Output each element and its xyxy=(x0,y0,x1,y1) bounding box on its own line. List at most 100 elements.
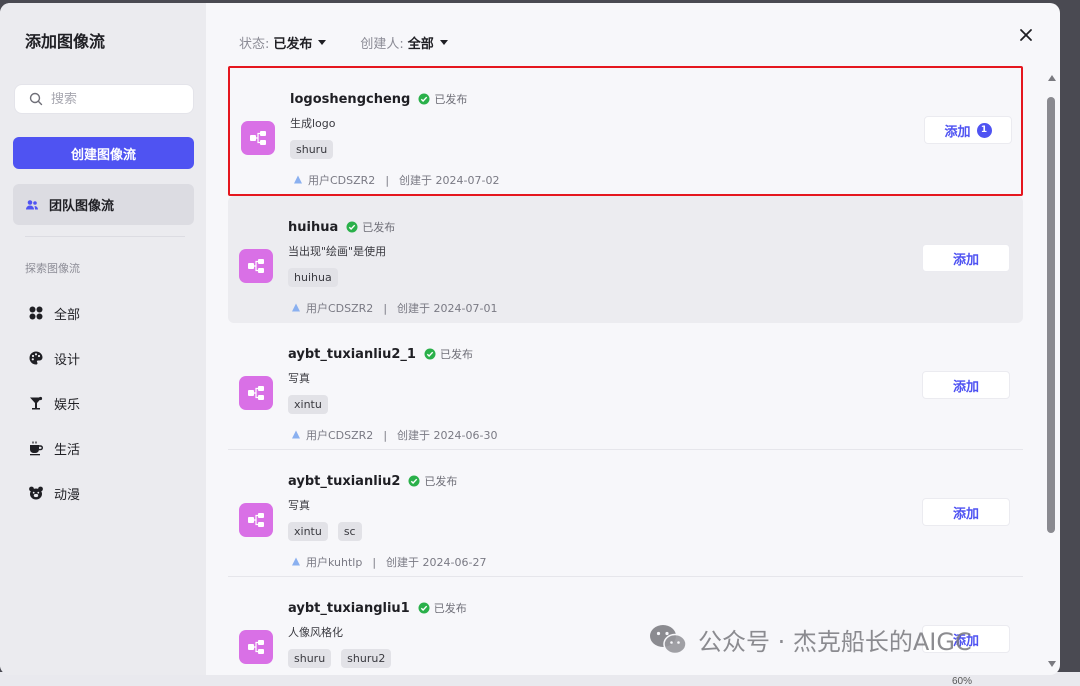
sidebar: 添加图像流 创建图像流 团队图像流 探索图像流 xyxy=(0,3,206,675)
workflow-tags: shuru shuru2 xyxy=(288,649,401,668)
search-icon xyxy=(29,92,43,106)
workflow-tags: xintu sc xyxy=(288,522,372,541)
caret-down-icon xyxy=(318,40,327,45)
tag: huihua xyxy=(288,268,338,287)
background-zoom-level: 60% xyxy=(952,676,973,686)
flow-nodes-icon xyxy=(248,513,264,527)
sidebar-item-entertainment[interactable]: 娱乐 xyxy=(28,393,80,413)
status-badge: 已发布 xyxy=(418,91,467,107)
workflow-card[interactable]: huihua 已发布 当出现"绘画"是使用 huihua 用户CDSZR2 | … xyxy=(228,196,1023,323)
sidebar-item-label: 全部 xyxy=(54,307,81,323)
status-text: 已发布 xyxy=(434,93,468,106)
user-icon xyxy=(292,557,300,566)
tag: shuru xyxy=(288,649,332,668)
add-button[interactable]: 添加 1 xyxy=(924,116,1012,144)
workflow-name: aybt_tuxianliu2_1 xyxy=(288,346,416,362)
workflow-icon xyxy=(239,503,273,537)
meta-separator: | xyxy=(385,173,390,187)
user-icon xyxy=(292,430,300,439)
workflow-description: 生成logo xyxy=(290,117,336,130)
status-badge: 已发布 xyxy=(346,219,395,235)
workflow-author: 用户kuhtlp xyxy=(306,556,363,569)
main-panel: 状态: 已发布 创建人: 全部 logoshengcheng 已发布 生成log… xyxy=(206,3,1060,675)
workflow-icon xyxy=(241,121,275,155)
workflow-card[interactable]: aybt_tuxianliu2 已发布 写真 xintu sc 用户kuhtlp… xyxy=(228,450,1023,577)
add-button[interactable]: 添加 xyxy=(922,371,1010,399)
sidebar-item-life[interactable]: 生活 xyxy=(28,438,80,458)
count-badge: 1 xyxy=(976,122,992,138)
status-text: 已发布 xyxy=(439,348,473,361)
add-button[interactable]: 添加 xyxy=(922,498,1010,526)
check-circle-icon xyxy=(418,93,430,105)
cup-icon xyxy=(30,441,43,456)
sidebar-item-anime[interactable]: 动漫 xyxy=(28,483,80,503)
status-badge: 已发布 xyxy=(408,473,457,489)
add-button-label: 添加 xyxy=(952,379,979,395)
palette-icon xyxy=(29,351,43,365)
add-workflow-modal: 添加图像流 创建图像流 团队图像流 探索图像流 xyxy=(0,3,1060,675)
scroll-down-arrow-icon[interactable] xyxy=(1048,661,1056,667)
status-badge: 已发布 xyxy=(424,346,473,362)
workflow-tags: huihua xyxy=(288,268,348,287)
watermark: 公众号 · 杰克船长的AIGC xyxy=(648,622,972,657)
workflow-author: 用户CDSZR2 xyxy=(306,302,374,315)
workflow-name: aybt_tuxiangliu1 xyxy=(288,600,410,616)
flow-nodes-icon xyxy=(250,131,266,145)
workflow-name-row: aybt_tuxianliu2_1 已发布 xyxy=(288,346,473,362)
user-icon xyxy=(294,175,302,184)
tag: sc xyxy=(337,522,362,541)
status-badge: 已发布 xyxy=(418,600,467,616)
close-icon[interactable] xyxy=(1018,27,1034,43)
check-circle-icon xyxy=(418,602,430,614)
meta-separator: | xyxy=(383,428,388,442)
sidebar-item-team-workflows[interactable]: 团队图像流 xyxy=(13,184,194,225)
search-box[interactable] xyxy=(14,84,194,114)
flow-nodes-icon xyxy=(248,640,264,654)
sidebar-item-label: 团队图像流 xyxy=(49,199,115,214)
sidebar-item-design[interactable]: 设计 xyxy=(28,348,80,368)
scrollbar-thumb[interactable] xyxy=(1047,97,1055,533)
workflow-created: 创建于 2024-06-27 xyxy=(386,556,487,569)
status-filter-value: 已发布 xyxy=(273,37,313,52)
add-button-label: 添加 xyxy=(944,124,971,140)
grid-icon xyxy=(29,306,43,320)
tag: shuru xyxy=(290,140,334,159)
filter-bar: 状态: 已发布 创建人: 全部 xyxy=(239,33,482,52)
caret-down-icon xyxy=(439,40,448,45)
team-icon xyxy=(26,199,38,209)
workflow-icon xyxy=(239,376,273,410)
workflow-card[interactable]: logoshengcheng 已发布 生成logo shuru 用户CDSZR2… xyxy=(228,66,1023,196)
add-button-label: 添加 xyxy=(952,252,979,268)
search-input[interactable] xyxy=(51,91,181,107)
workflow-author: 用户CDSZR2 xyxy=(306,429,374,442)
watermark-text: 公众号 · 杰克船长的AIGC xyxy=(698,628,972,656)
workflow-meta: 用户kuhtlp | 创建于 2024-06-27 xyxy=(291,554,486,570)
sidebar-item-label: 生活 xyxy=(54,442,81,458)
check-circle-icon xyxy=(346,221,358,233)
sidebar-section-label: 探索图像流 xyxy=(25,262,80,275)
scrollbar[interactable] xyxy=(1046,75,1058,673)
scroll-up-arrow-icon[interactable] xyxy=(1048,75,1056,81)
status-filter[interactable]: 状态: 已发布 xyxy=(239,33,327,52)
create-workflow-button[interactable]: 创建图像流 xyxy=(13,137,194,169)
add-button[interactable]: 添加 xyxy=(922,244,1010,272)
workflow-name: logoshengcheng xyxy=(290,91,411,107)
workflow-author: 用户CDSZR2 xyxy=(308,174,376,187)
workflow-description: 写真 xyxy=(288,372,310,385)
status-text: 已发布 xyxy=(424,475,458,488)
workflow-meta: 用户CDSZR2 | 创建于 2024-06-30 xyxy=(291,427,497,443)
user-icon xyxy=(292,303,300,312)
sidebar-item-all[interactable]: 全部 xyxy=(28,303,80,323)
workflow-name-row: huihua 已发布 xyxy=(288,219,395,235)
creator-filter[interactable]: 创建人: 全部 xyxy=(360,33,448,52)
workflow-name-row: aybt_tuxianliu2 已发布 xyxy=(288,473,457,489)
add-button-label: 添加 xyxy=(952,506,979,522)
meta-separator: | xyxy=(372,555,377,569)
workflow-card[interactable]: aybt_tuxianliu2_1 已发布 写真 xintu 用户CDSZR2 … xyxy=(228,323,1023,450)
meta-separator: | xyxy=(383,301,388,315)
workflow-created: 创建于 2024-07-02 xyxy=(399,174,500,187)
status-text: 已发布 xyxy=(362,221,396,234)
tag: xintu xyxy=(288,522,328,541)
workflow-icon xyxy=(239,630,273,664)
sidebar-item-label: 设计 xyxy=(54,352,81,368)
